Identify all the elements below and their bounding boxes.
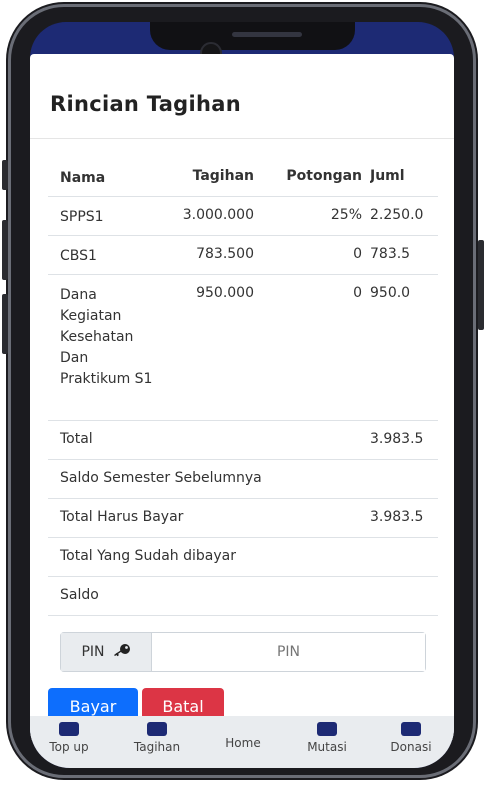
row-tagihan: 3.000.000	[182, 207, 254, 223]
table-row: CBS1 783.500 0 783.5	[48, 236, 438, 275]
balance-label: Saldo	[60, 587, 99, 603]
modal-title: Rincian Tagihan	[50, 92, 241, 116]
row-jumlah: 950.0	[370, 285, 411, 301]
total-row: Total 3.983.5	[48, 421, 438, 460]
pin-input[interactable]	[152, 633, 425, 671]
header-nama: Nama	[60, 170, 106, 186]
table-row: Dana Kegiatan Kesehatan Dan Praktikum S1…	[48, 275, 438, 421]
balance-row: Saldo	[48, 577, 438, 616]
donation-icon	[401, 722, 421, 736]
previous-balance-label: Saldo Semester Sebelumnya	[60, 470, 262, 486]
pin-addon: PIN	[61, 633, 152, 671]
nav-mutasi[interactable]: Mutasi	[292, 722, 362, 754]
key-icon	[113, 643, 131, 661]
row-potongan: 0	[353, 246, 362, 262]
phone-screen: Rincian Tagihan Nama Tagihan Potongan Ju…	[30, 22, 454, 768]
row-tagihan: 950.000	[196, 285, 254, 301]
table-header-row: Nama Tagihan Potongan Juml	[48, 158, 438, 197]
speaker	[232, 32, 302, 37]
row-nama: Dana Kegiatan Kesehatan Dan Praktikum S1	[60, 287, 153, 387]
nav-top-up[interactable]: Top up	[34, 722, 104, 754]
nav-label: Home	[225, 736, 261, 750]
mute-switch	[2, 160, 8, 190]
pin-label: PIN	[81, 644, 105, 660]
pin-input-group: PIN	[60, 632, 426, 672]
nav-tagihan[interactable]: Tagihan	[122, 722, 192, 754]
bill-detail-modal: Rincian Tagihan Nama Tagihan Potongan Ju…	[30, 54, 454, 740]
total-paid-label: Total Yang Sudah dibayar	[60, 548, 236, 564]
total-value: 3.983.5	[370, 431, 424, 447]
table-row: SPPS1 3.000.000 25% 2.250.0	[48, 197, 438, 236]
nav-home[interactable]: Home	[208, 736, 278, 750]
total-due-row: Total Harus Bayar 3.983.5	[48, 499, 438, 538]
wallet-plus-icon	[59, 722, 79, 736]
header-tagihan: Tagihan	[192, 168, 254, 184]
receipt-icon	[147, 722, 167, 736]
header-jumlah: Juml	[370, 168, 405, 184]
row-jumlah: 783.5	[370, 246, 411, 262]
notch	[150, 22, 355, 50]
document-icon	[317, 722, 337, 736]
nav-label: Donasi	[390, 740, 432, 754]
row-jumlah: 2.250.0	[370, 207, 424, 223]
nav-label: Mutasi	[307, 740, 347, 754]
row-nama: SPPS1	[60, 209, 104, 225]
nav-label: Top up	[49, 740, 89, 754]
total-paid-row: Total Yang Sudah dibayar	[48, 538, 438, 577]
previous-balance-row: Saldo Semester Sebelumnya	[48, 460, 438, 499]
row-potongan: 25%	[330, 207, 362, 223]
total-label: Total	[60, 431, 93, 447]
row-potongan: 0	[353, 285, 362, 301]
modal-divider	[30, 138, 454, 139]
total-due-label: Total Harus Bayar	[60, 509, 184, 525]
volume-up-button	[2, 220, 8, 280]
nav-donasi[interactable]: Donasi	[376, 722, 446, 754]
row-nama: CBS1	[60, 248, 97, 264]
power-button	[478, 240, 484, 330]
nav-label: Tagihan	[133, 740, 181, 754]
volume-down-button	[2, 294, 8, 354]
header-potongan: Potongan	[286, 168, 362, 184]
total-due-value: 3.983.5	[370, 509, 424, 525]
bottom-navigation: Top up Tagihan Home Mutasi Donasi	[30, 716, 454, 768]
bill-table: Nama Tagihan Potongan Juml SPPS1 3.000.0…	[48, 158, 438, 616]
row-tagihan: 783.500	[196, 246, 254, 262]
